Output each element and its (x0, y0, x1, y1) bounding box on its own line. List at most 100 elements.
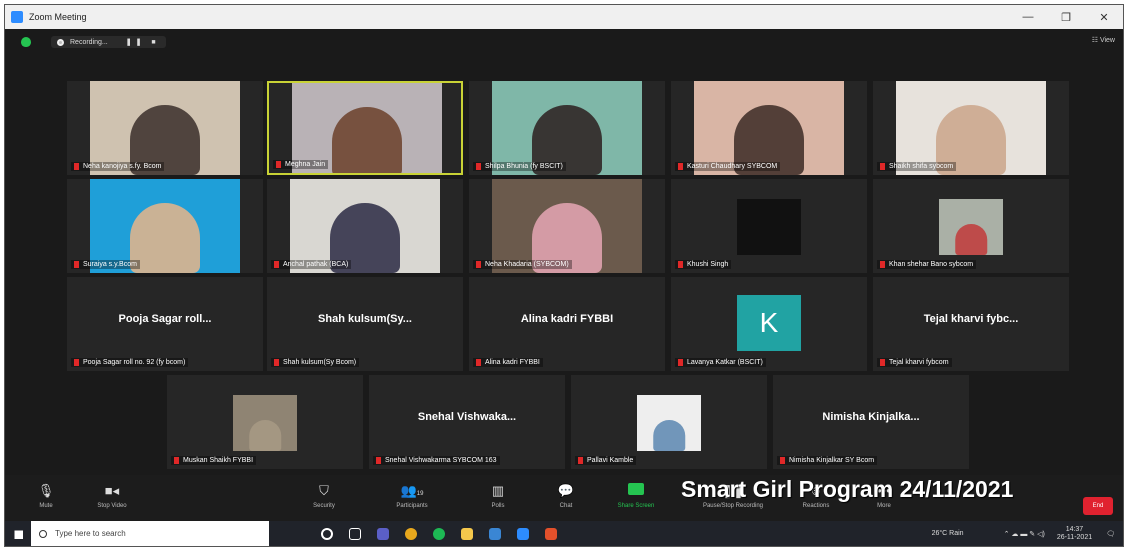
recording-dot-icon (57, 38, 64, 46)
participant-tile[interactable]: Tejal kharvi fybc... Tejal kharvi fybcom (873, 277, 1069, 371)
muted-mic-icon (74, 261, 79, 268)
brave-app-icon[interactable] (537, 521, 565, 546)
participant-tile[interactable]: Shah kulsum(Sy... Shah kulsum(Sy Bcom) (267, 277, 463, 371)
zoom-window: Zoom Meeting — ❐ ✕ Recording... ❚❚ ■ ☷ V… (4, 4, 1124, 547)
participant-name-label: Suraiya s.y.Bcom (71, 260, 140, 269)
muted-mic-icon (678, 359, 683, 366)
participant-name: Khan shehar Bano sybcom (889, 261, 974, 268)
participant-tile[interactable]: Shilpa Bhunia (fy BSCIT) (469, 81, 665, 175)
participant-name-label: Tejal kharvi fybcom (877, 358, 952, 367)
spotify-app-icon[interactable] (425, 521, 453, 546)
participant-tile[interactable]: Suraiya s.y.Bcom (67, 179, 263, 273)
participant-name-label: Neha kanojiya s.fy. Bcom (71, 162, 165, 171)
notification-icon[interactable]: 🗨 (1106, 530, 1115, 538)
chat-button[interactable]: 💬 Chat (531, 483, 601, 509)
search-placeholder: Type here to search (55, 529, 126, 538)
participant-video (290, 179, 440, 273)
participant-name: Shaikh shifa sybcom (889, 163, 954, 170)
teams-app-icon[interactable] (369, 521, 397, 546)
participant-tile[interactable]: Nimisha Kinjalka... Nimisha Kinjalkar SY … (773, 375, 969, 469)
participant-tile[interactable]: Khushi Singh (671, 179, 867, 273)
video-off-placeholder (737, 199, 801, 255)
participant-tile[interactable]: Anchal pathak (BCA) (267, 179, 463, 273)
taskbar-search[interactable]: Type here to search (31, 521, 269, 546)
participant-video (90, 81, 240, 175)
mute-button[interactable]: 🎙 Mute (11, 483, 81, 509)
participant-name: Shah kulsum(Sy Bcom) (283, 359, 357, 366)
participant-tile[interactable]: Neha Khadaria (SYBCOM) (469, 179, 665, 273)
participant-tile[interactable]: Pallavi Kamble (571, 375, 767, 469)
participant-display-name: Alina kadri FYBBI (520, 313, 614, 325)
participant-tile[interactable]: K Lavanya Katkar (BSCIT) (671, 277, 867, 371)
tray-icons[interactable]: ⌃ ☁ ▬ ✎ ◁) (1004, 530, 1045, 538)
participant-display-name: Shah kulsum(Sy... (318, 313, 412, 325)
participant-figure (332, 107, 402, 173)
participant-tile[interactable]: Kasturi Chaudhary SYBCOM (671, 81, 867, 175)
security-shield-icon[interactable] (21, 37, 31, 47)
participant-tile[interactable]: Meghna Jain (267, 81, 463, 175)
share-screen-label: Share Screen (617, 503, 655, 509)
end-meeting-button[interactable]: End (1083, 497, 1113, 515)
muted-mic-icon (376, 457, 381, 464)
windows-start-button[interactable] (5, 521, 31, 546)
recording-label: Recording... (70, 38, 108, 46)
participant-video (896, 81, 1046, 175)
window-controls: — ❐ ✕ (1009, 5, 1123, 29)
polls-button[interactable]: ▥ Polls (463, 483, 533, 509)
security-button[interactable]: ⛉ Security (289, 483, 359, 509)
participant-tile[interactable]: Pooja Sagar roll... Pooja Sagar roll no. … (67, 277, 263, 371)
participant-name-label: Neha Khadaria (SYBCOM) (473, 260, 572, 269)
participant-name-label: Anchal pathak (BCA) (271, 260, 352, 269)
polls-icon: ▥ (491, 483, 505, 498)
participant-video (492, 179, 642, 273)
muted-mic-icon (476, 261, 481, 268)
participant-tile[interactable]: Alina kadri FYBBI Alina kadri FYBBI (469, 277, 665, 371)
weather-widget[interactable]: 26°C Rain (932, 530, 964, 537)
cortana-icon[interactable] (313, 521, 341, 546)
minimize-button[interactable]: — (1009, 5, 1047, 29)
participant-tile[interactable]: Neha kanojiya s.fy. Bcom (67, 81, 263, 175)
participant-gallery: Neha kanojiya s.fy. Bcom Meghna Jain Shilp… (5, 55, 1123, 475)
chrome-app-icon[interactable] (397, 521, 425, 546)
muted-mic-icon (274, 359, 279, 366)
taskbar-clock[interactable]: 14:37 26-11-2021 (1057, 526, 1092, 542)
view-button[interactable]: ☷ View (1092, 36, 1115, 44)
maximize-button[interactable]: ❐ (1047, 5, 1085, 29)
close-button[interactable]: ✕ (1085, 5, 1123, 29)
share-screen-button[interactable]: Share Screen (601, 483, 671, 509)
participant-name: Snehal Vishwakarma SYBCOM 163 (385, 457, 497, 464)
muted-mic-icon (880, 261, 885, 268)
more-label: More (877, 503, 891, 509)
zoom-taskbar-icon[interactable] (509, 521, 537, 546)
participant-tile[interactable]: Shaikh shifa sybcom (873, 81, 1069, 175)
recording-controls[interactable]: ❚❚ ■ (126, 38, 160, 46)
participant-display-name: Snehal Vishwaka... (417, 411, 517, 423)
search-icon (39, 529, 47, 538)
participant-tile[interactable]: Snehal Vishwaka... Snehal Vishwakarma SYB… (369, 375, 565, 469)
participant-name: Anchal pathak (BCA) (283, 261, 349, 268)
participant-name-label: Khushi Singh (675, 260, 732, 269)
participant-video (694, 81, 844, 175)
participants-button[interactable]: 👥19 Participants (377, 483, 447, 509)
muted-mic-icon (476, 359, 481, 366)
participant-tile[interactable]: Muskan Shaikh FYBBI (167, 375, 363, 469)
participant-name: Shilpa Bhunia (fy BSCIT) (485, 163, 563, 170)
muted-mic-icon (174, 457, 179, 464)
microphone-icon: 🎙 (37, 483, 55, 498)
stop-video-button[interactable]: ■◂ Stop Video (77, 483, 147, 509)
task-view-icon[interactable] (341, 521, 369, 546)
muted-mic-icon (678, 261, 683, 268)
participant-name: Alina kadri FYBBI (485, 359, 540, 366)
muted-mic-icon (780, 457, 785, 464)
participant-tile[interactable]: Khan shehar Bano sybcom (873, 179, 1069, 273)
mute-label: Mute (39, 503, 53, 509)
pause-stop-recording-label: Pause/Stop Recording (702, 503, 764, 509)
participant-name: Nimisha Kinjalkar SY Bcom (789, 457, 875, 464)
store-app-icon[interactable] (481, 521, 509, 546)
participant-figure (955, 223, 987, 255)
file-explorer-icon[interactable] (453, 521, 481, 546)
participant-display-name: Tejal kharvi fybc... (923, 313, 1019, 325)
participant-figure (653, 419, 685, 451)
shield-icon: ⛉ (319, 483, 329, 498)
participant-video (939, 199, 1003, 255)
